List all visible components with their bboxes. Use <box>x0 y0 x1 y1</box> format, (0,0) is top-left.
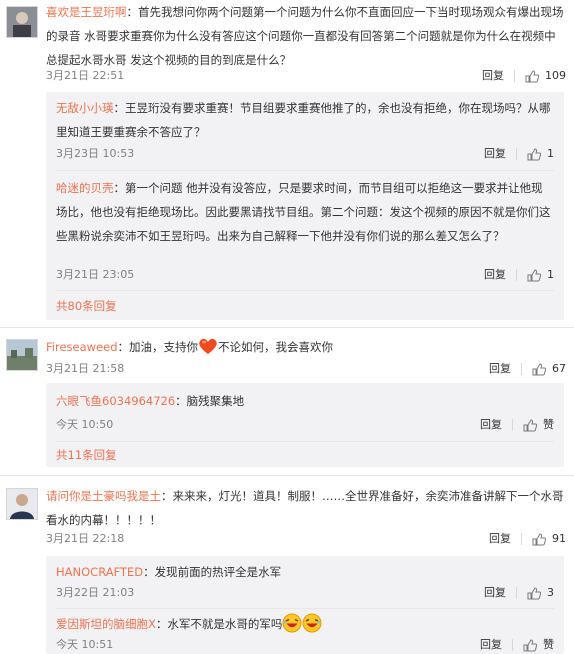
reply-button[interactable]: 回复 <box>484 266 506 284</box>
thumb-up-icon <box>527 586 541 599</box>
like-count: 67 <box>552 362 566 375</box>
reply-button[interactable]: 回复 <box>484 584 506 602</box>
timestamp: 3月23日 10:53 <box>56 147 135 160</box>
divider <box>516 587 517 599</box>
like-button[interactable]: 赞 <box>523 416 554 434</box>
comment-item: 喜欢是王昱珩啊：首先我想问你两个问题第一个问题为什么你不直面回应一下当时现场观众… <box>0 0 574 320</box>
reply-body: ：王昱珩没有要求重赛！节目组要求重赛他推了的，余也没有拒绝，你在现场吗？从哪里知… <box>56 101 551 139</box>
reply-text: HANOCRAFTED：发现前面的热评全是水军 <box>56 560 554 584</box>
reply-actions: 回复 1 <box>484 145 554 163</box>
comment-item: 请问你是土豪吗我是土：来来来，灯光！道具！制服！……全世界准备好，余奕沛准备讲解… <box>0 480 574 654</box>
comment-body-continued: 不论如何，我会喜欢你 <box>218 340 333 354</box>
thumb-up-icon <box>523 418 537 431</box>
laughing-emoji <box>302 613 322 633</box>
like-button[interactable]: 91 <box>532 530 566 548</box>
comment-item: Fireseaweed：加油，支持你 不论如何，我会喜欢你 3月21日 21:58… <box>0 331 574 471</box>
like-button[interactable]: 1 <box>527 145 554 163</box>
like-label: 赞 <box>543 638 554 651</box>
reply-list: 无敌小小瑛：王昱珩没有要求重赛！节目组要求重赛他推了的，余也没有拒绝，你在现场吗… <box>46 92 564 320</box>
like-button[interactable]: 109 <box>525 67 566 85</box>
reply-divider <box>56 170 554 171</box>
more-replies-link[interactable]: 共11条回复 <box>56 447 117 463</box>
more-replies-link[interactable]: 共80条回复 <box>56 298 117 314</box>
like-count: 91 <box>552 532 566 545</box>
reply-actions: 回复 赞 <box>480 636 554 654</box>
laughing-emoji <box>282 613 302 633</box>
timestamp: 3月21日 21:58 <box>46 362 125 375</box>
reply-text: 六眼飞鱼6034964726：脑残聚集地 <box>56 389 554 413</box>
timestamp: 3月21日 22:51 <box>46 69 125 82</box>
thumb-up-icon <box>527 268 541 281</box>
username[interactable]: 请问你是土豪吗我是土 <box>46 489 161 503</box>
reply-button[interactable]: 回复 <box>482 67 504 85</box>
reply-divider <box>56 290 554 291</box>
like-button[interactable]: 67 <box>532 360 566 378</box>
comment-text: 喜欢是王昱珩啊：首先我想问你两个问题第一个问题为什么你不直面回应一下当时现场观众… <box>46 0 564 72</box>
reply-divider <box>56 441 554 442</box>
like-count: 3 <box>547 586 554 599</box>
comment-actions: 回复 67 <box>489 360 566 378</box>
divider <box>521 363 522 375</box>
timestamp: 3月22日 21:03 <box>56 586 135 599</box>
like-count: 1 <box>547 147 554 160</box>
timestamp: 今天 10:51 <box>56 638 114 651</box>
comment-divider <box>0 327 574 328</box>
reply-body: ：发现前面的热评全是水军 <box>143 565 282 579</box>
reply-button[interactable]: 回复 <box>484 145 506 163</box>
username[interactable]: 无敌小小瑛 <box>56 101 114 115</box>
avatar[interactable] <box>6 6 38 38</box>
divider <box>516 269 517 281</box>
timestamp: 3月21日 22:18 <box>46 532 125 545</box>
username[interactable]: 六眼飞鱼6034964726 <box>56 394 175 408</box>
reply-actions: 回复 1 <box>484 266 554 284</box>
reply-divider <box>56 608 554 609</box>
like-count: 1 <box>547 268 554 281</box>
comment-body: ：加油，支持你 <box>117 340 199 354</box>
avatar[interactable] <box>6 488 38 520</box>
username[interactable]: 哈迷的贝壳 <box>56 181 114 195</box>
reply-list: HANOCRAFTED：发现前面的热评全是水军 3月22日 21:03 回复 3… <box>46 556 564 654</box>
thumb-up-icon <box>532 362 546 375</box>
reply-actions: 回复 3 <box>484 584 554 602</box>
like-count: 109 <box>545 69 566 82</box>
comment-actions: 回复 109 <box>482 67 566 85</box>
reply-text: 无敌小小瑛：王昱珩没有要求重赛！节目组要求重赛他推了的，余也没有拒绝，你在现场吗… <box>56 96 554 144</box>
heart-emoji <box>199 338 217 354</box>
like-button[interactable]: 1 <box>527 266 554 284</box>
reply-body: ：第一个问题 他并没有没答应，只是要求时间，而节目组可以拒绝这一要求并让他现场比… <box>56 181 551 243</box>
comment-actions: 回复 91 <box>489 530 566 548</box>
like-button[interactable]: 赞 <box>523 636 554 654</box>
like-button[interactable]: 3 <box>527 584 554 602</box>
avatar[interactable] <box>6 339 38 371</box>
reply-button[interactable]: 回复 <box>480 416 502 434</box>
thumb-up-icon <box>532 532 546 545</box>
reply-button[interactable]: 回复 <box>480 636 502 654</box>
username[interactable]: 喜欢是王昱珩啊 <box>46 5 127 19</box>
reply-list: 六眼飞鱼6034964726：脑残聚集地 今天 10:50 回复 赞 共11条回… <box>46 383 564 467</box>
divider <box>512 639 513 651</box>
timestamp: 3月21日 23:05 <box>56 268 135 281</box>
username[interactable]: Fireseaweed <box>46 340 118 354</box>
thumb-up-icon <box>523 638 537 651</box>
divider <box>514 70 515 82</box>
reply-body: ：水军不就是水哥的军吗 <box>155 617 283 631</box>
reply-body: ：脑残聚集地 <box>175 394 245 408</box>
thumb-up-icon <box>525 69 539 82</box>
reply-text: 爱因斯坦的脑细胞X：水军不就是水哥的军吗 <box>56 612 554 636</box>
timestamp: 今天 10:50 <box>56 418 114 431</box>
comment-divider <box>0 475 574 476</box>
divider <box>512 419 513 431</box>
divider <box>521 533 522 545</box>
reply-actions: 回复 赞 <box>480 416 554 434</box>
divider <box>516 148 517 160</box>
reply-text: 哈迷的贝壳：第一个问题 他并没有没答应，只是要求时间，而节目组可以拒绝这一要求并… <box>56 176 554 248</box>
reply-button[interactable]: 回复 <box>489 530 511 548</box>
like-label: 赞 <box>543 418 554 431</box>
comment-text: 请问你是土豪吗我是土：来来来，灯光！道具！制服！……全世界准备好，余奕沛准备讲解… <box>46 484 564 532</box>
comment-text: Fireseaweed：加油，支持你 不论如何，我会喜欢你 <box>46 335 564 359</box>
username[interactable]: HANOCRAFTED <box>56 565 143 579</box>
username[interactable]: 爱因斯坦的脑细胞X <box>56 617 156 631</box>
thumb-up-icon <box>527 147 541 160</box>
reply-button[interactable]: 回复 <box>489 360 511 378</box>
